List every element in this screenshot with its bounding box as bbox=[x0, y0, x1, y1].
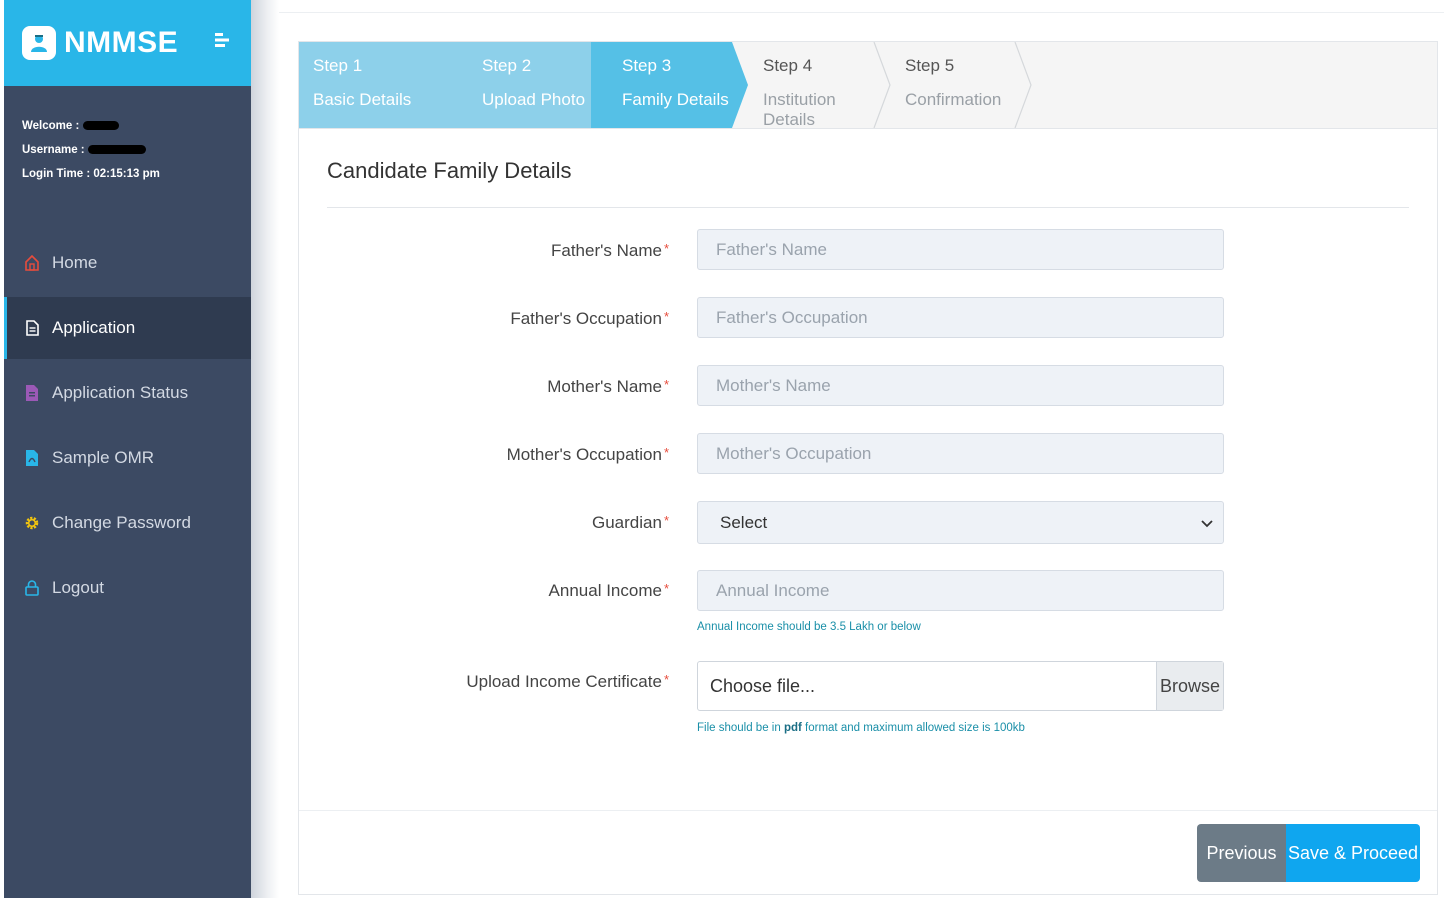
annual-income-input[interactable] bbox=[697, 570, 1224, 611]
gear-icon bbox=[24, 514, 40, 532]
step-2[interactable]: Step 2 Upload Photo bbox=[468, 42, 598, 128]
step-number: Step 2 bbox=[482, 56, 532, 75]
brand-name: NMMSE bbox=[64, 26, 179, 59]
father-name-label: Father's Name * bbox=[551, 241, 669, 261]
file-input-text[interactable]: Choose file... bbox=[698, 662, 1156, 710]
required-marker: * bbox=[663, 445, 669, 460]
application-card: Step 1 Basic Details Step 2 Upload Photo… bbox=[298, 41, 1438, 895]
field-label: Annual Income bbox=[548, 581, 662, 600]
step-number: Step 3 bbox=[622, 56, 672, 75]
required-marker: * bbox=[663, 672, 669, 687]
lock-icon bbox=[24, 579, 40, 597]
step-label: Upload Photo bbox=[482, 90, 586, 109]
annual-income-label: Annual Income * bbox=[549, 581, 669, 601]
required-marker: * bbox=[663, 377, 669, 392]
browse-button[interactable]: Browse bbox=[1156, 662, 1223, 710]
chevron-down-icon bbox=[1201, 513, 1213, 533]
hint-text: format and maximum allowed size is 100kb bbox=[801, 722, 1025, 734]
welcome-label: Welcome : bbox=[22, 120, 80, 132]
income-certificate-file-input[interactable]: Choose file... Browse bbox=[697, 661, 1224, 711]
mother-name-input[interactable] bbox=[697, 365, 1224, 406]
sidebar-shadow bbox=[251, 0, 279, 898]
form-divider bbox=[327, 207, 1409, 208]
sidebar-item-label: Home bbox=[52, 253, 98, 272]
step-number: Step 4 bbox=[763, 56, 813, 75]
username-label: Username : bbox=[22, 144, 85, 156]
step-5[interactable]: Step 5 Confirmation bbox=[891, 42, 1021, 128]
welcome-line: Welcome : bbox=[22, 114, 233, 138]
home-icon bbox=[24, 254, 40, 272]
field-label: Guardian bbox=[592, 513, 662, 532]
pdf-file-icon bbox=[24, 449, 40, 467]
mother-occupation-input[interactable] bbox=[697, 433, 1224, 474]
guardian-select[interactable]: Select bbox=[697, 501, 1224, 544]
redacted-name bbox=[82, 121, 119, 131]
login-time-label: Login Time : bbox=[22, 168, 91, 180]
step-label: Institution Details bbox=[763, 90, 836, 129]
sidebar-item-application-status[interactable]: Application Status bbox=[4, 362, 251, 424]
step-1[interactable]: Step 1 Basic Details bbox=[299, 42, 449, 128]
step-number: Step 5 bbox=[905, 56, 955, 75]
hint-text: File should be in bbox=[697, 722, 784, 734]
step-3[interactable]: Step 3 Family Details bbox=[608, 42, 743, 128]
form-footer: Previous Save & Proceed bbox=[299, 810, 1437, 894]
required-marker: * bbox=[663, 581, 669, 596]
sidebar-item-label: Logout bbox=[52, 578, 104, 597]
step-label: Confirmation bbox=[905, 90, 1002, 109]
field-label: Mother's Name bbox=[547, 377, 662, 396]
income-certificate-hint: File should be in pdf format and maximum… bbox=[697, 722, 1025, 734]
login-time-value: 02:15:13 pm bbox=[93, 168, 160, 180]
income-certificate-label: Upload Income Certificate * bbox=[466, 672, 669, 692]
sidebar-item-label: Change Password bbox=[52, 513, 191, 532]
username-line: Username : bbox=[22, 138, 233, 162]
brand-header: NMMSE bbox=[4, 0, 251, 86]
step-label: Family Details bbox=[622, 90, 729, 109]
mother-name-label: Mother's Name * bbox=[547, 377, 669, 397]
sidebar-item-sample-omr[interactable]: Sample OMR bbox=[4, 427, 251, 489]
field-label: Upload Income Certificate bbox=[466, 672, 662, 691]
field-label: Mother's Occupation bbox=[506, 445, 662, 464]
sidebar-item-label: Sample OMR bbox=[52, 448, 155, 467]
redacted-username bbox=[87, 145, 146, 155]
save-proceed-button[interactable]: Save & Proceed bbox=[1286, 824, 1420, 882]
document-icon bbox=[24, 319, 40, 337]
sidebar-item-application[interactable]: Application bbox=[4, 297, 251, 359]
field-label: Father's Name bbox=[550, 241, 662, 260]
sidebar-item-home[interactable]: Home bbox=[4, 232, 251, 294]
sidebar-item-label: Application bbox=[52, 318, 136, 337]
step-label: Basic Details bbox=[313, 90, 412, 109]
menu-toggle-icon[interactable] bbox=[215, 32, 233, 53]
required-marker: * bbox=[663, 513, 669, 528]
sidebar: NMMSE Welcome : Username : Login Time : … bbox=[4, 0, 251, 898]
father-occupation-input[interactable] bbox=[697, 297, 1224, 338]
required-marker: * bbox=[663, 241, 669, 256]
mother-occupation-label: Mother's Occupation * bbox=[507, 445, 669, 465]
sidebar-item-change-password[interactable]: Change Password bbox=[4, 492, 251, 554]
login-time-line: Login Time : 02:15:13 pm bbox=[22, 162, 233, 186]
form-title: Candidate Family Details bbox=[327, 158, 572, 183]
guardian-selected-value: Select bbox=[720, 512, 768, 532]
previous-button[interactable]: Previous bbox=[1197, 824, 1286, 882]
step-number: Step 1 bbox=[313, 56, 363, 75]
required-marker: * bbox=[663, 309, 669, 324]
guardian-label: Guardian * bbox=[592, 513, 669, 533]
annual-income-hint: Annual Income should be 3.5 Lakh or belo… bbox=[697, 621, 921, 633]
father-occupation-label: Father's Occupation * bbox=[510, 309, 669, 329]
file-icon bbox=[24, 384, 40, 402]
user-info: Welcome : Username : Login Time : 02:15:… bbox=[4, 86, 251, 196]
sidebar-item-label: Application Status bbox=[52, 383, 189, 402]
step-4[interactable]: Step 4 Institution Details bbox=[749, 42, 884, 129]
field-label: Father's Occupation bbox=[510, 309, 662, 328]
sidebar-item-logout[interactable]: Logout bbox=[4, 557, 251, 619]
header-divider bbox=[279, 12, 1444, 13]
logo-icon bbox=[22, 26, 56, 60]
father-name-input[interactable] bbox=[697, 229, 1224, 270]
sidebar-nav: Home Application Application Status Samp… bbox=[4, 232, 251, 619]
step-wizard: Step 1 Basic Details Step 2 Upload Photo… bbox=[299, 42, 1437, 129]
hint-format: pdf bbox=[783, 722, 802, 734]
